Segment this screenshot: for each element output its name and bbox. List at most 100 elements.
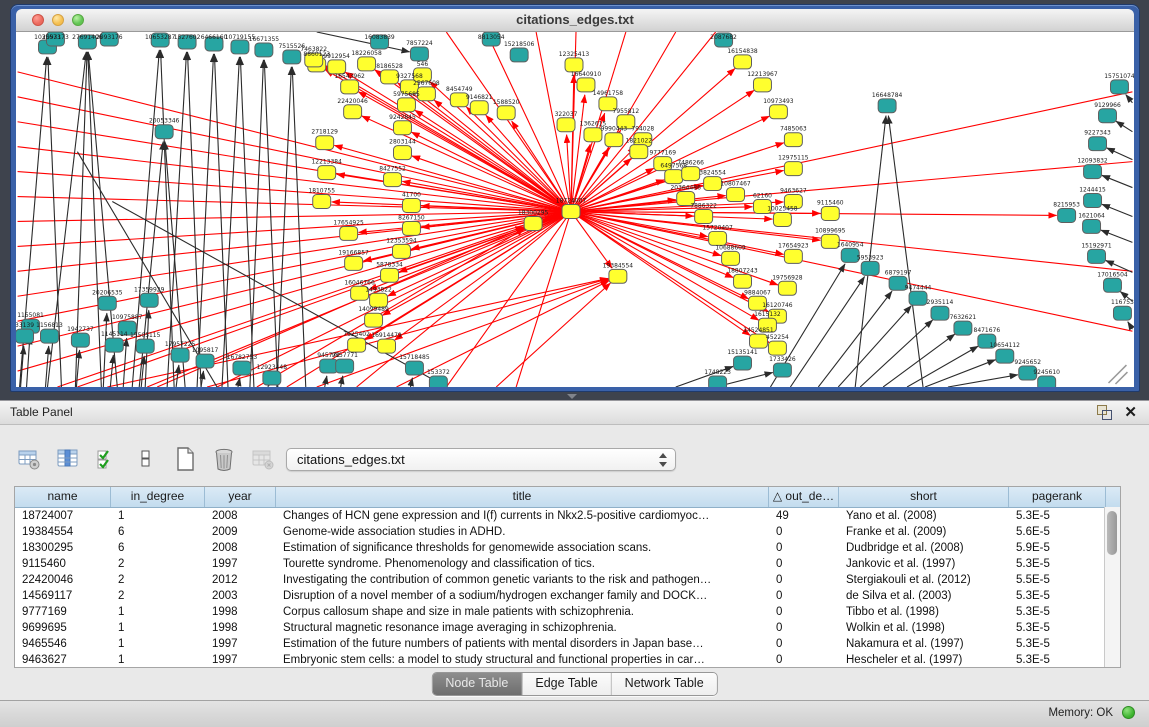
graph-node[interactable] <box>16 329 34 343</box>
select-rows-icon[interactable] <box>94 446 120 472</box>
graph-node[interactable] <box>727 188 745 202</box>
table-cell[interactable]: 5.9E-5 <box>1009 540 1106 556</box>
tab-node-table[interactable]: Node Table <box>432 673 522 695</box>
table-cell[interactable]: 1997 <box>205 652 276 668</box>
table-cell[interactable]: 5.3E-5 <box>1009 604 1106 620</box>
graph-node[interactable] <box>405 361 423 375</box>
graph-node[interactable] <box>316 136 334 150</box>
table-cell[interactable]: 5.3E-5 <box>1009 588 1106 604</box>
graph-node[interactable] <box>340 226 358 240</box>
table-selector-dropdown[interactable]: citations_edges.txt <box>286 448 676 471</box>
table-cell[interactable]: Tourette syndrome. Phenomenology and cla… <box>276 556 769 572</box>
graph-node[interactable] <box>605 133 623 147</box>
graph-node[interactable] <box>470 101 488 115</box>
graph-node[interactable] <box>1113 306 1131 320</box>
graph-node[interactable] <box>140 293 158 307</box>
graph-node[interactable] <box>878 99 896 113</box>
graph-node[interactable] <box>734 356 752 370</box>
table-cell[interactable]: 9465546 <box>15 636 111 652</box>
table-cell[interactable]: 0 <box>769 524 839 540</box>
table-cell[interactable]: 0 <box>769 620 839 636</box>
graph-node[interactable] <box>398 98 416 112</box>
table-row[interactable]: 1872400712008Changes of HCN gene express… <box>15 508 1120 524</box>
table-cell[interactable]: 2008 <box>205 540 276 556</box>
table-cell[interactable]: Estimation of significance thresholds fo… <box>276 540 769 556</box>
table-cell[interactable]: Disruption of a novel member of a sodium… <box>276 588 769 604</box>
close-panel-icon[interactable]: ✕ <box>1124 403 1137 421</box>
table-cell[interactable]: Stergiakouli et al. (2012) <box>839 572 1009 588</box>
graph-node[interactable] <box>341 80 359 94</box>
table-cell[interactable]: 2012 <box>205 572 276 588</box>
graph-node[interactable] <box>136 339 154 353</box>
graph-node[interactable] <box>773 212 791 226</box>
graph-node[interactable] <box>1084 194 1102 208</box>
graph-node[interactable] <box>784 133 802 147</box>
table-cell[interactable]: Estimation of the future numbers of pati… <box>276 636 769 652</box>
table-cell[interactable]: 2009 <box>205 524 276 540</box>
graph-node[interactable] <box>630 145 648 159</box>
table-cell[interactable]: 18724007 <box>15 508 111 524</box>
graph-node[interactable] <box>345 256 363 270</box>
graph-node[interactable] <box>769 105 787 119</box>
graph-hub-node[interactable] <box>562 205 580 219</box>
table-row[interactable]: 911546021997Tourette syndrome. Phenomeno… <box>15 556 1120 572</box>
table-row[interactable]: 969969511998Structural magnetic resonanc… <box>15 620 1120 636</box>
trash-icon[interactable] <box>211 446 237 472</box>
network-window-titlebar[interactable]: citations_edges.txt <box>16 9 1134 32</box>
table-cell[interactable]: 1 <box>111 636 205 652</box>
table-cell[interactable]: 1997 <box>205 556 276 572</box>
table-cell[interactable]: 5.3E-5 <box>1009 556 1106 572</box>
graph-node[interactable] <box>1058 209 1076 223</box>
graph-node[interactable] <box>370 293 388 307</box>
column-header-0[interactable]: name <box>15 487 111 507</box>
table-cell[interactable]: 0 <box>769 540 839 556</box>
vertical-scrollbar[interactable] <box>1104 507 1120 667</box>
table-row[interactable]: 946554611997Estimation of the future num… <box>15 636 1120 652</box>
table-cell[interactable]: Nakamura et al. (1997) <box>839 636 1009 652</box>
graph-node[interactable] <box>402 199 420 213</box>
graph-node[interactable] <box>909 291 927 305</box>
graph-node[interactable] <box>105 338 123 352</box>
graph-node[interactable] <box>1110 80 1128 94</box>
table-cell[interactable]: 0 <box>769 572 839 588</box>
table-cell[interactable]: 1998 <box>205 620 276 636</box>
graph-node[interactable] <box>773 363 791 377</box>
table-cell[interactable]: 0 <box>769 588 839 604</box>
table-cell[interactable]: 1998 <box>205 604 276 620</box>
graph-node[interactable] <box>394 121 412 135</box>
graph-node[interactable] <box>1038 376 1056 387</box>
graph-node[interactable] <box>996 349 1014 363</box>
table-cell[interactable]: de Silva et al. (2003) <box>839 588 1009 604</box>
column-header-6[interactable]: pagerank <box>1009 487 1106 507</box>
graph-node[interactable] <box>931 306 949 320</box>
graph-node[interactable] <box>524 216 542 230</box>
table-cell[interactable]: 2008 <box>205 508 276 524</box>
float-panel-icon[interactable] <box>1097 405 1111 419</box>
table-cell[interactable]: 18300295 <box>15 540 111 556</box>
table-cell[interactable]: Jankovic et al. (1997) <box>839 556 1009 572</box>
table-cell[interactable]: 2 <box>111 588 205 604</box>
graph-node[interactable] <box>722 251 740 265</box>
graph-node[interactable] <box>429 376 447 387</box>
column-header-3[interactable]: title <box>276 487 769 507</box>
table-cell[interactable]: 0 <box>769 636 839 652</box>
column-header-4[interactable]: △ out_de… <box>769 487 839 507</box>
table-cell[interactable]: Franke et al. (2009) <box>839 524 1009 540</box>
table-cell[interactable]: Yano et al. (2008) <box>839 508 1009 524</box>
column-header-2[interactable]: year <box>205 487 276 507</box>
table-cell[interactable]: 1 <box>111 620 205 636</box>
graph-node[interactable] <box>394 146 412 160</box>
graph-node[interactable] <box>348 338 366 352</box>
table-cell[interactable]: 6 <box>111 524 205 540</box>
graph-node[interactable] <box>1089 137 1107 151</box>
table-cell[interactable]: 5.5E-5 <box>1009 572 1106 588</box>
graph-node[interactable] <box>557 118 575 132</box>
graph-node[interactable] <box>381 268 399 282</box>
table-row[interactable]: 1456911722003Disruption of a novel membe… <box>15 588 1120 604</box>
graph-node[interactable] <box>1088 249 1106 263</box>
table-cell[interactable]: Corpus callosum shape and size in male p… <box>276 604 769 620</box>
new-file-icon[interactable] <box>172 446 198 472</box>
table-cell[interactable]: 5.6E-5 <box>1009 524 1106 540</box>
table-cell[interactable]: 2 <box>111 572 205 588</box>
table-cell[interactable]: Tibbo et al. (1998) <box>839 604 1009 620</box>
